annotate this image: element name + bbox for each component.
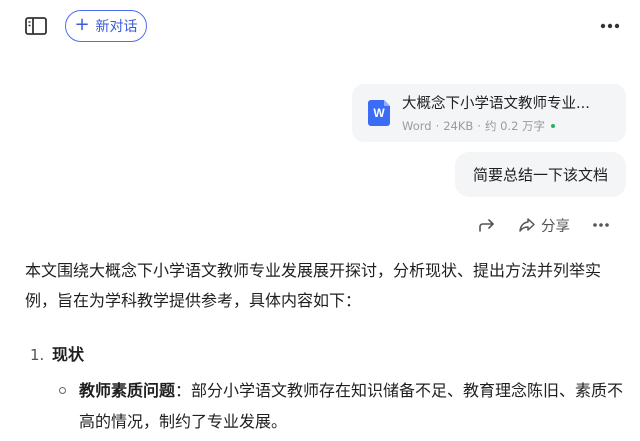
answer-intro: 本文围绕大概念下小学语文教师专业发展展开探讨，分析现状、提出方法并列举实例，旨在… xyxy=(25,261,602,310)
bullet-separator: ： xyxy=(175,381,192,400)
file-size: 24KB xyxy=(443,119,474,133)
bullet-marker xyxy=(59,387,66,394)
file-word-count: 约 0.2 万字 xyxy=(484,119,546,133)
new-chat-button[interactable]: + 新对话 xyxy=(65,10,147,42)
assistant-answer: 本文围绕大概念下小学语文教师专业发展展开探讨，分析现状、提出方法并列举实例，旨在… xyxy=(25,256,625,316)
chat-page: + 新对话 W 大概念下小学语文教师专业... Word · 24KB · 约 … xyxy=(0,0,640,441)
file-name: 大概念下小学语文教师专业... xyxy=(402,96,590,112)
word-doc-icon: W xyxy=(368,100,390,126)
user-message-text: 简要总结一下该文档 xyxy=(472,166,608,184)
meta-separator: · xyxy=(435,119,440,133)
plus-icon: + xyxy=(74,14,90,35)
more-horizontal-icon xyxy=(593,223,609,227)
bullet-text: 教师素质问题：部分小学语文教师存在知识储备不足、教育理念陈旧、素质不高的情况，制… xyxy=(79,375,624,437)
file-attachment-card[interactable]: W 大概念下小学语文教师专业... Word · 24KB · 约 0.2 万字 xyxy=(352,84,626,142)
more-icon[interactable] xyxy=(598,14,622,38)
more-actions-button[interactable] xyxy=(592,222,610,228)
section-title: 现状 xyxy=(52,345,85,364)
status-dot xyxy=(551,124,556,128)
share-button[interactable]: 分享 xyxy=(518,215,570,236)
section-number: 1. xyxy=(30,346,45,364)
file-type: Word xyxy=(402,119,432,133)
file-meta: Word · 24KB · 约 0.2 万字 xyxy=(402,118,590,134)
forward-button[interactable] xyxy=(478,217,496,233)
bullet-heading: 教师素质问题 xyxy=(79,381,176,400)
file-info: 大概念下小学语文教师专业... Word · 24KB · 约 0.2 万字 xyxy=(402,94,590,142)
share-icon xyxy=(519,218,535,232)
sidebar-toggle-icon[interactable] xyxy=(24,15,48,37)
new-chat-label: 新对话 xyxy=(95,19,138,35)
forward-arrow-icon xyxy=(479,219,494,232)
share-label: 分享 xyxy=(541,218,570,235)
user-message-bubble: 简要总结一下该文档 xyxy=(454,152,626,197)
meta-separator: · xyxy=(477,119,481,133)
message-actions: 分享 xyxy=(478,212,610,238)
